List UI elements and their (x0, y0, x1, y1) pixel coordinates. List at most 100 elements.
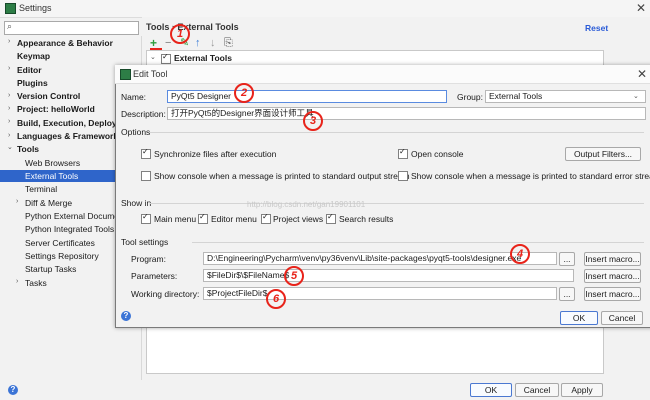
collapse-arrow-icon[interactable]: ⌄ (150, 53, 156, 61)
parameters-insert-macro-button[interactable]: Insert macro... (584, 269, 641, 283)
working-dir-insert-macro-button[interactable]: Insert macro... (584, 287, 641, 301)
program-label: Program: (131, 254, 166, 264)
annotation-underline (150, 48, 162, 50)
divider (150, 132, 644, 133)
minus-icon[interactable]: − (165, 38, 171, 49)
expand-arrow-icon[interactable]: › (8, 132, 10, 139)
options-header: Options (121, 127, 151, 137)
sidebar-item-tasks[interactable]: Tasks (25, 277, 47, 289)
help-icon[interactable]: ? (121, 311, 131, 321)
arrow-up-icon[interactable]: ↑ (195, 38, 201, 49)
editor-menu-checkbox[interactable] (198, 212, 208, 224)
program-field[interactable]: D:\Engineering\Pycharm\venv\py36venv\Lib… (203, 252, 557, 265)
settings-titlebar: Settings ✕ (0, 0, 650, 18)
app-icon (120, 69, 131, 80)
tool-settings-header: Tool settings (121, 237, 169, 247)
parameters-label: Parameters: (131, 271, 178, 281)
sidebar-item-terminal[interactable]: Terminal (25, 183, 57, 195)
sidebar-item-plugins[interactable]: Plugins (17, 77, 48, 89)
main-menu-label: Main menu (154, 214, 197, 224)
edit-tool-titlebar: Edit Tool ✕ (115, 65, 650, 84)
sidebar-item-editor[interactable]: Editor (17, 64, 42, 76)
group-select[interactable]: External Tools ⌄ (485, 90, 646, 103)
sync-files-checkbox[interactable] (141, 147, 151, 159)
main-menu-checkbox[interactable] (141, 212, 151, 224)
tool-group-label: External Tools (174, 53, 232, 63)
annotation-5: 5 (284, 266, 304, 286)
program-insert-macro-button[interactable]: Insert macro... (584, 252, 641, 266)
sidebar-item-languages[interactable]: Languages & Frameworks (17, 130, 123, 142)
sidebar-item-server-certificates[interactable]: Server Certificates (25, 237, 95, 249)
copy-icon[interactable]: ⎘ (224, 38, 233, 49)
sidebar-item-startup-tasks[interactable]: Startup Tasks (25, 263, 76, 275)
editor-menu-label: Editor menu (211, 214, 257, 224)
annotation-4: 4 (510, 244, 530, 264)
sidebar-item-label: External Tools (25, 171, 79, 181)
breadcrumb: Tools › External Tools (146, 22, 239, 32)
expand-arrow-icon[interactable]: › (16, 198, 18, 205)
expand-arrow-icon[interactable]: › (16, 278, 18, 285)
sidebar-item-project[interactable]: Project: helloWorld (17, 103, 95, 115)
expand-arrow-icon[interactable]: › (8, 38, 10, 45)
output-filters-button[interactable]: Output Filters... (565, 147, 641, 161)
sidebar-item-version-control[interactable]: Version Control (17, 90, 80, 102)
annotation-2: 2 (234, 83, 254, 103)
sidebar-item-diff-merge[interactable]: Diff & Merge (25, 197, 72, 209)
sidebar-item-tools[interactable]: Tools (17, 143, 39, 155)
sidebar-item-web-browsers[interactable]: Web Browsers (25, 157, 80, 169)
show-console-stderr-checkbox[interactable] (398, 171, 408, 181)
project-views-label: Project views (273, 214, 324, 224)
working-dir-field[interactable]: $ProjectFileDir$ (203, 287, 557, 300)
search-input[interactable]: ⌕ (4, 21, 139, 35)
sidebar-item-keymap[interactable]: Keymap (17, 50, 50, 62)
sidebar-item-python-external-docs[interactable]: Python External Document (25, 210, 126, 222)
sidebar-item-settings-repository[interactable]: Settings Repository (25, 250, 99, 262)
expand-arrow-icon[interactable]: › (8, 92, 10, 99)
open-console-checkbox[interactable] (398, 147, 408, 159)
watermark: http://blog.csdn.net/gan19901101 (247, 200, 366, 209)
annotation-3: 3 (303, 111, 323, 131)
show-console-stdout-label: Show console when a message is printed t… (154, 171, 410, 181)
show-in-header: Show in (121, 198, 152, 208)
help-icon[interactable]: ? (8, 385, 18, 395)
sync-files-label: Synchronize files after execution (154, 149, 277, 159)
divider (192, 242, 644, 243)
description-field[interactable]: 打开PyQt5的Designer界面设计师工具 (167, 107, 646, 120)
expand-arrow-icon[interactable]: › (8, 118, 10, 125)
divider (150, 203, 644, 204)
annotation-6: 6 (266, 289, 286, 309)
working-dir-browse-button[interactable]: ... (559, 287, 575, 301)
expand-arrow-icon[interactable]: › (8, 65, 10, 72)
program-browse-button[interactable]: ... (559, 252, 575, 266)
reset-link[interactable]: Reset (585, 23, 608, 33)
sidebar-item-build[interactable]: Build, Execution, Deployme (17, 117, 129, 129)
search-results-checkbox[interactable] (326, 212, 336, 224)
working-dir-label: Working directory: (131, 289, 200, 299)
parameters-field[interactable]: $FileDir$\$FileName$ (203, 269, 574, 282)
sidebar-item-appearance[interactable]: Appearance & Behavior (17, 37, 113, 49)
settings-title: Settings (19, 3, 52, 13)
apply-button[interactable]: Apply (561, 383, 603, 397)
annotation-1: 1 (170, 24, 190, 44)
search-icon: ⌕ (7, 21, 13, 31)
close-icon[interactable]: ✕ (636, 1, 646, 15)
expand-arrow-icon[interactable]: › (8, 105, 10, 112)
group-label: Group: (457, 92, 483, 102)
search-results-label: Search results (339, 214, 394, 224)
dialog-ok-button[interactable]: OK (560, 311, 598, 325)
show-console-stderr-label: Show console when a message is printed t… (411, 171, 650, 181)
ok-button[interactable]: OK (470, 383, 512, 397)
group-checkbox[interactable] (161, 52, 171, 64)
collapse-arrow-icon[interactable]: ⌄ (7, 143, 13, 151)
edit-tool-title: Edit Tool (133, 69, 168, 79)
name-label: Name: (121, 92, 147, 102)
cancel-button[interactable]: Cancel (515, 383, 559, 397)
name-field[interactable]: PyQt5 Designer (167, 90, 447, 103)
close-icon[interactable]: ✕ (637, 67, 647, 81)
sidebar-item-python-integrated-tools[interactable]: Python Integrated Tools (25, 223, 114, 235)
arrow-down-icon[interactable]: ↓ (210, 38, 216, 49)
project-views-checkbox[interactable] (261, 212, 271, 224)
dialog-cancel-button[interactable]: Cancel (601, 311, 643, 325)
show-console-stdout-checkbox[interactable] (141, 171, 151, 181)
chevron-down-icon: ⌄ (633, 93, 639, 100)
